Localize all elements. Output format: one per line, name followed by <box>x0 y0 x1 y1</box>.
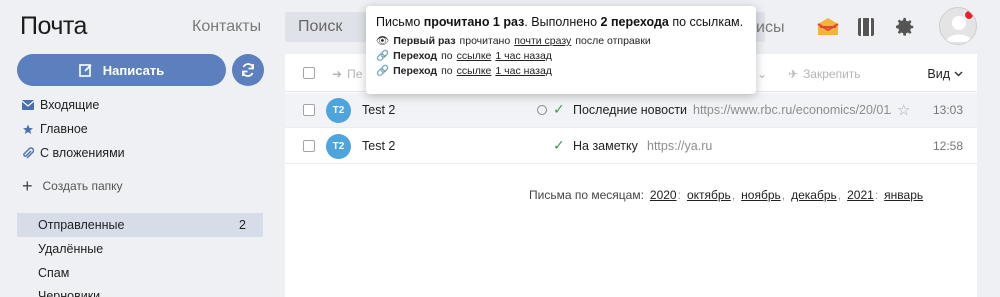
gear-icon[interactable] <box>892 14 918 40</box>
inbox-icon <box>22 99 34 111</box>
tooltip-line-click: 🔗 Переход по ссылке 1 час назад <box>376 64 746 79</box>
tooltip-text: Первый раз <box>393 35 456 47</box>
create-folder-button[interactable]: + Создать папку <box>22 176 123 196</box>
sidebar-item-inbox[interactable]: Входящие <box>22 98 99 112</box>
link-icon: 🔗 <box>376 50 390 62</box>
message-subject: На заметку <box>573 139 638 153</box>
plus-icon: + <box>22 176 33 196</box>
services-link[interactable]: исы <box>756 19 784 37</box>
months-archive: Письма по месяцам: 2020: октябрь, ноябрь… <box>529 188 924 202</box>
month-link[interactable]: октябрь <box>687 188 731 202</box>
message-subject: Последние новости <box>573 103 688 117</box>
month-link[interactable]: декабрь <box>791 188 837 202</box>
tooltip-heading: Письмо прочитано 1 раз. Выполнено 2 пере… <box>376 14 746 30</box>
read-check-icon[interactable]: ✓ <box>553 101 565 118</box>
tooltip-text: 1 час назад <box>495 65 552 77</box>
tooltip-text: после отправки <box>575 35 651 47</box>
mail-logo[interactable]: Почта <box>20 12 87 41</box>
sidebar-item-attachments[interactable]: С вложениями <box>22 146 125 160</box>
table-row[interactable]: T2 Test 2 ✓ На заметку https://ya.ru 12:… <box>285 129 977 164</box>
sidebar-item-spam[interactable]: Спам <box>38 266 69 280</box>
tooltip-text: Письмо <box>376 15 424 29</box>
user-avatar[interactable] <box>939 7 977 45</box>
pin-icon: ✈ <box>788 67 799 81</box>
tooltip-text: по ссылкам. <box>668 15 744 29</box>
sender-name: Test 2 <box>362 103 396 117</box>
view-button[interactable]: Вид <box>927 67 963 81</box>
link-icon: 🔗 <box>376 65 390 77</box>
tooltip-line-read: 👁 Первый раз прочитано почти сразу после… <box>376 34 746 49</box>
paperclip-icon <box>22 146 34 159</box>
tooltip-text: прочитано 1 раз <box>423 15 525 29</box>
row-checkbox[interactable] <box>303 104 315 116</box>
sender-name: Test 2 <box>362 139 396 153</box>
refresh-icon <box>242 63 254 77</box>
tooltip-text: 1 час назад <box>495 50 552 62</box>
envelope-gift-icon[interactable] <box>815 14 841 40</box>
message-snippet: https://ya.ru <box>647 139 713 153</box>
forward-button[interactable]: ➜ Пе <box>332 67 362 81</box>
month-link[interactable]: январь <box>884 188 923 202</box>
tooltip-text: . Выполнено <box>524 15 601 29</box>
unread-toggle-icon[interactable] <box>537 105 547 115</box>
tooltip-text: 2 перехода <box>600 15 669 29</box>
tooltip-line-click: 🔗 Переход по ссылке 1 час назад <box>376 49 746 64</box>
tooltip-text: по <box>441 50 453 62</box>
month-link[interactable]: ноябрь <box>741 188 781 202</box>
refresh-button[interactable] <box>232 54 264 86</box>
pin-button[interactable]: ✈ Закрепить <box>788 67 861 81</box>
star-icon <box>22 123 34 135</box>
compose-label: Написать <box>102 62 165 78</box>
tooltip-text: Переход <box>393 65 438 77</box>
sent-count: 2 <box>239 218 246 232</box>
sidebar-item-label: Входящие <box>40 98 100 112</box>
tooltip-link[interactable]: ссылке <box>457 64 492 79</box>
tooltip-text: прочитано <box>459 35 511 47</box>
contacts-link[interactable]: Контакты <box>192 18 261 36</box>
tooltip-link[interactable]: ссылке <box>457 49 492 64</box>
message-snippet: https://www.rbc.ru/economics/20/01/... <box>693 103 891 117</box>
select-all-checkbox[interactable] <box>303 67 315 79</box>
months-label: Письма по месяцам: <box>529 188 644 202</box>
tooltip-text: по <box>441 65 453 77</box>
read-check-icon[interactable]: ✓ <box>553 137 565 154</box>
sidebar-item-drafts[interactable]: Черновики <box>38 289 100 297</box>
notification-dot <box>964 10 974 20</box>
notes-icon[interactable] <box>853 14 879 40</box>
forward-arrow-icon: ➜ <box>332 67 343 81</box>
sidebar-item-label: Отправленные <box>38 218 125 232</box>
year-link[interactable]: 2021 <box>847 188 874 202</box>
tooltip-text: Переход <box>393 50 438 62</box>
sidebar-item-sent[interactable]: Отправленные 2 <box>17 213 263 237</box>
sidebar-item-label: С вложениями <box>40 146 125 160</box>
message-time: 13:03 <box>932 103 963 117</box>
year-link[interactable]: 2020 <box>650 188 677 202</box>
avatar: T2 <box>326 134 351 159</box>
star-icon[interactable]: ☆ <box>897 101 910 119</box>
dropdown-arrow-icon[interactable]: ⌄ <box>757 67 767 81</box>
avatar: T2 <box>326 98 351 123</box>
compose-icon <box>78 64 92 77</box>
create-folder-label: Создать папку <box>42 179 123 193</box>
table-row[interactable]: T2 Test 2 ✓ Последние новости https://ww… <box>285 93 977 128</box>
sidebar-item-label: Главное <box>40 122 88 136</box>
compose-button[interactable]: Написать <box>17 54 226 86</box>
view-label: Вид <box>927 67 950 81</box>
row-checkbox[interactable] <box>303 140 315 152</box>
chevron-down-icon <box>954 71 963 77</box>
read-receipt-tooltip: Письмо прочитано 1 раз. Выполнено 2 пере… <box>366 6 756 94</box>
eye-icon: 👁 <box>376 35 390 47</box>
tooltip-text: почти сразу <box>514 35 572 47</box>
sidebar-item-important[interactable]: Главное <box>22 122 88 136</box>
sidebar-item-deleted[interactable]: Удалённые <box>38 242 103 256</box>
message-time: 12:58 <box>932 139 963 153</box>
pin-label: Закрепить <box>803 67 861 81</box>
forward-label: Пе <box>347 67 363 81</box>
